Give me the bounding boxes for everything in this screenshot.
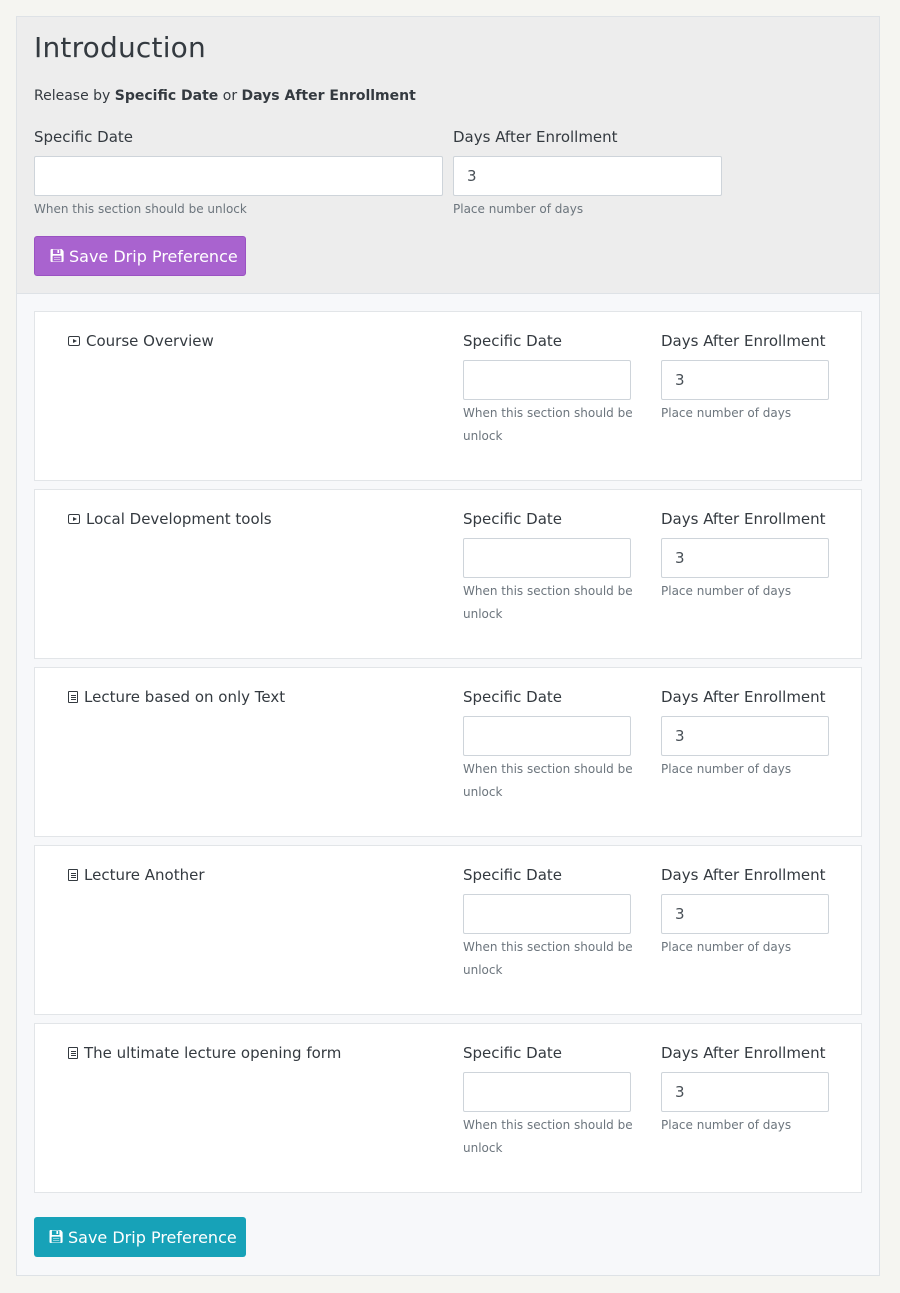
lesson-days-input[interactable]: [661, 716, 829, 756]
lesson-card: The ultimate lecture opening form Specifi…: [34, 1023, 862, 1193]
lesson-days-label: Days After Enrollment: [661, 688, 826, 706]
lesson-specific-date-input[interactable]: [463, 538, 631, 578]
lesson-specific-date-help: When this section should be unlock: [463, 584, 633, 621]
lesson-title-text: The ultimate lecture opening form: [84, 1044, 342, 1062]
section-title: Introduction: [34, 31, 206, 64]
lesson-specific-date-input[interactable]: [463, 716, 631, 756]
lesson-title-text: Lecture Another: [84, 866, 205, 884]
subtitle-or: or: [218, 88, 242, 104]
section-save-drip-label: Save Drip Preference: [69, 246, 238, 266]
section-subtitle: Release by Specific Date or Days After E…: [34, 88, 416, 104]
section-specific-date-input[interactable]: [34, 156, 443, 196]
drip-settings-panel: Introduction Release by Specific Date or…: [16, 16, 880, 1276]
lesson-specific-date-help: When this section should be unlock: [463, 940, 633, 977]
subtitle-specific-date: Specific Date: [114, 88, 219, 104]
lesson-title: Lecture based on only Text: [68, 688, 285, 706]
floppy-disk-icon: 💾︎: [48, 1229, 65, 1245]
lesson-specific-date-input[interactable]: [463, 894, 631, 934]
lesson-specific-date-label: Specific Date: [463, 688, 563, 706]
lesson-days-input[interactable]: [661, 360, 829, 400]
lesson-specific-date-help: When this section should be unlock: [463, 762, 633, 799]
lesson-card: Lecture Another Specific Date When this se…: [34, 845, 862, 1015]
lesson-days-input[interactable]: [661, 538, 829, 578]
video-icon: [68, 514, 80, 524]
lesson-specific-date-input[interactable]: [463, 360, 631, 400]
section-specific-date-help: When this section should be unlock: [34, 202, 247, 216]
lesson-title: Lecture Another: [68, 866, 205, 884]
lesson-title: Local Development tools: [68, 510, 272, 528]
document-icon: [68, 869, 78, 881]
lesson-days-label: Days After Enrollment: [661, 332, 826, 350]
lesson-specific-date-label: Specific Date: [463, 332, 563, 350]
subtitle-prefix: Release by: [34, 88, 115, 104]
lesson-days-label: Days After Enrollment: [661, 1044, 826, 1062]
section-days-label: Days After Enrollment: [453, 128, 618, 146]
lesson-title: The ultimate lecture opening form: [68, 1044, 341, 1062]
document-icon: [68, 691, 78, 703]
lesson-card: Local Development tools Specific Date When…: [34, 489, 862, 659]
document-icon: [68, 1047, 78, 1059]
lesson-specific-date-label: Specific Date: [463, 1044, 563, 1062]
section-save-drip-button[interactable]: 💾︎ Save Drip Preference: [34, 236, 246, 276]
lesson-days-help: Place number of days: [661, 406, 792, 420]
lesson-title: Course Overview: [68, 332, 214, 350]
section-header: Introduction Release by Specific Date or…: [17, 17, 879, 294]
lesson-days-input[interactable]: [661, 894, 829, 934]
lesson-days-help: Place number of days: [661, 1118, 792, 1132]
section-days-input[interactable]: [453, 156, 722, 196]
lesson-card: Lecture based on only Text Specific Date W…: [34, 667, 862, 837]
lesson-specific-date-label: Specific Date: [463, 510, 563, 528]
lesson-card: Course Overview Specific Date When this se…: [34, 311, 862, 481]
lesson-specific-date-help: When this section should be unlock: [463, 1118, 633, 1155]
video-icon: [68, 336, 80, 346]
lesson-title-text: Course Overview: [86, 332, 214, 350]
floppy-disk-icon: 💾︎: [49, 248, 66, 264]
lesson-days-help: Place number of days: [661, 584, 792, 598]
lesson-title-text: Lecture based on only Text: [84, 688, 286, 706]
lesson-days-help: Place number of days: [661, 762, 792, 776]
lesson-days-label: Days After Enrollment: [661, 510, 826, 528]
lesson-specific-date-label: Specific Date: [463, 866, 563, 884]
subtitle-days-after-enrollment: Days After Enrollment: [241, 88, 416, 104]
lesson-days-label: Days After Enrollment: [661, 866, 826, 884]
section-days-help: Place number of days: [453, 202, 584, 216]
section-specific-date-label: Specific Date: [34, 128, 134, 146]
footer-save-drip-button[interactable]: 💾︎ Save Drip Preference: [34, 1217, 246, 1257]
lesson-specific-date-help: When this section should be unlock: [463, 406, 633, 443]
lesson-specific-date-input[interactable]: [463, 1072, 631, 1112]
lesson-days-help: Place number of days: [661, 940, 792, 954]
lesson-title-text: Local Development tools: [86, 510, 272, 528]
footer-save-drip-label: Save Drip Preference: [68, 1227, 237, 1247]
lesson-days-input[interactable]: [661, 1072, 829, 1112]
